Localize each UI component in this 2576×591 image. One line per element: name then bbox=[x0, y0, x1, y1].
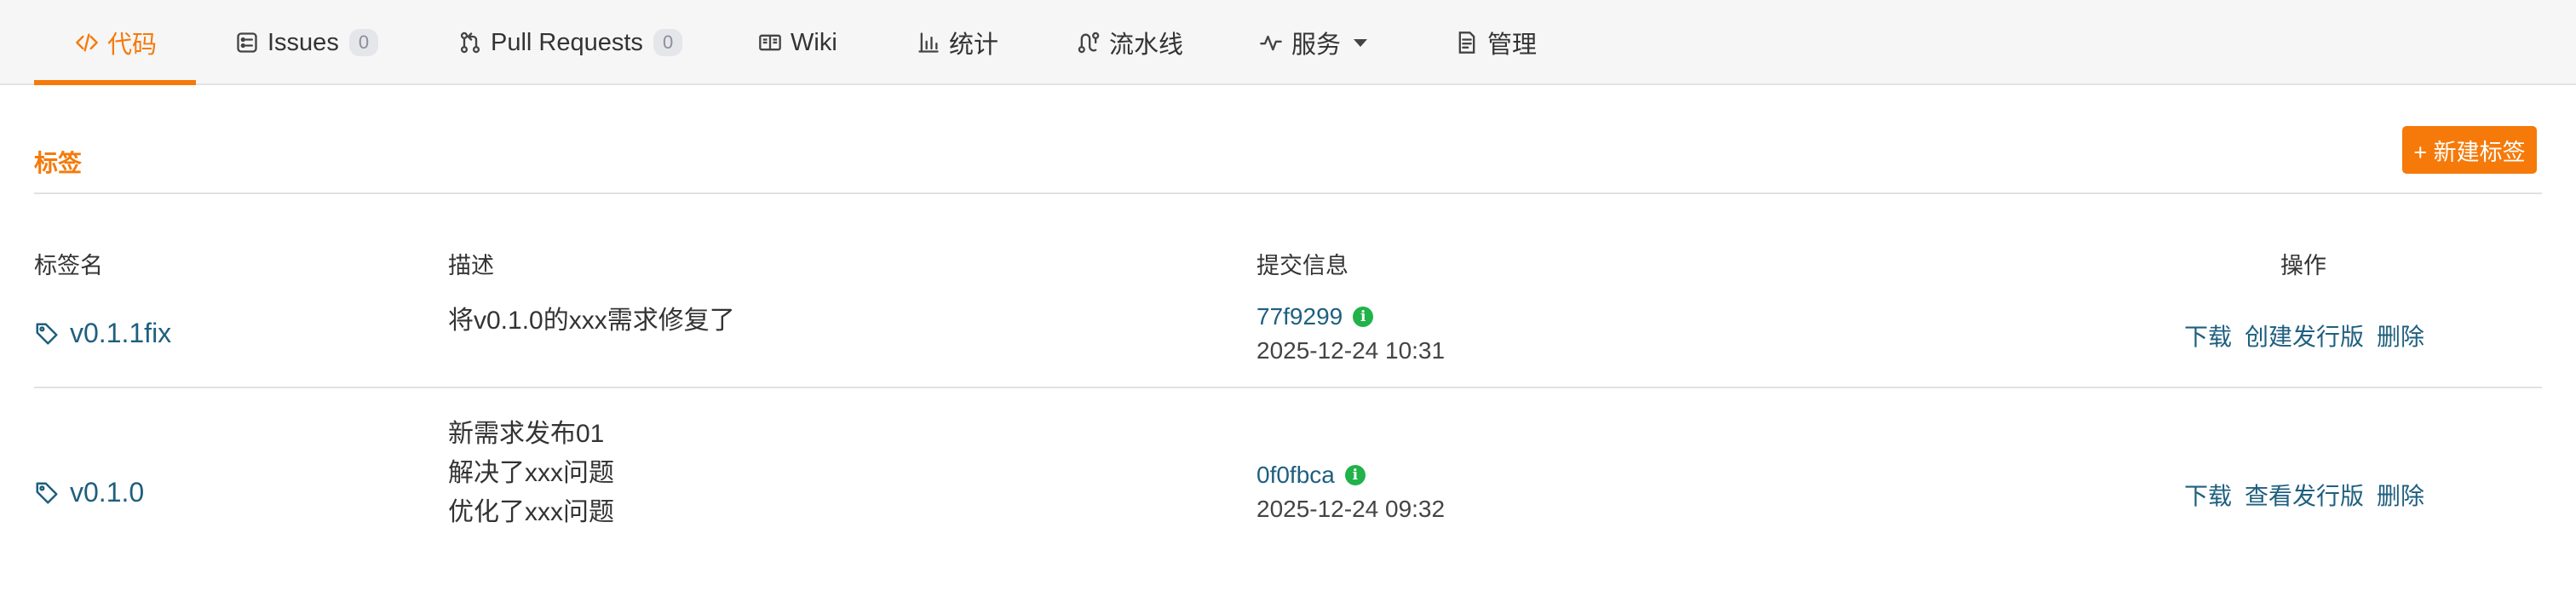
tag-name-link[interactable]: v0.1.0 bbox=[34, 477, 144, 508]
tag-description: 新需求发布01 解决了xxx问题 优化了xxx问题 bbox=[448, 415, 614, 532]
new-tag-button[interactable]: + 新建标签 bbox=[2402, 126, 2537, 174]
download-link[interactable]: 下载 bbox=[2184, 318, 2232, 353]
info-icon[interactable]: i bbox=[1344, 465, 1366, 485]
commit-hash: 77f9299 bbox=[1256, 303, 1343, 330]
section-title: 标签 bbox=[34, 150, 83, 176]
column-header-description: 描述 bbox=[448, 253, 494, 278]
tab-pipeline[interactable]: 流水线 bbox=[1077, 0, 1183, 85]
tab-code[interactable]: 代码 bbox=[75, 0, 157, 85]
commit-time: 2025-12-24 10:31 bbox=[1256, 337, 1446, 364]
tag-icon bbox=[36, 323, 58, 344]
row-divider bbox=[34, 387, 2542, 388]
column-header-actions: 操作 bbox=[2280, 253, 2326, 278]
commit-time: 2025-12-24 09:32 bbox=[1256, 496, 1446, 522]
delete-link[interactable]: 删除 bbox=[2377, 318, 2424, 353]
book-icon bbox=[758, 31, 782, 55]
delete-link[interactable]: 删除 bbox=[2377, 478, 2424, 512]
tab-manage[interactable]: 管理 bbox=[1455, 0, 1537, 85]
tab-label: Wiki bbox=[791, 28, 837, 56]
tab-label: Pull Requests bbox=[491, 28, 643, 56]
tab-label: 流水线 bbox=[1109, 32, 1184, 59]
column-header-tag-name: 标签名 bbox=[34, 253, 103, 278]
issues-icon bbox=[235, 31, 259, 55]
description-line: 优化了xxx问题 bbox=[448, 498, 614, 526]
document-icon bbox=[1455, 31, 1479, 55]
tag-name-link[interactable]: v0.1.1fix bbox=[34, 318, 171, 349]
repo-nav-tabs: 代码 Issues 0 Pull Requests 0 Wiki 统计 流水线 bbox=[0, 0, 2576, 85]
tab-services[interactable]: 服务 bbox=[1259, 0, 1368, 85]
section-divider bbox=[34, 192, 2542, 194]
tab-label: 服务 bbox=[1291, 32, 1342, 59]
info-icon[interactable]: i bbox=[1353, 307, 1374, 327]
tag-name: v0.1.0 bbox=[70, 477, 145, 508]
create-release-link[interactable]: 创建发行版 bbox=[2245, 318, 2364, 353]
tab-pull-requests[interactable]: Pull Requests 0 bbox=[458, 0, 683, 85]
view-release-link[interactable]: 查看发行版 bbox=[2245, 478, 2364, 512]
issues-count-badge: 0 bbox=[348, 29, 379, 56]
tab-label: 统计 bbox=[949, 32, 999, 59]
tab-label: Issues bbox=[267, 28, 339, 56]
caret-down-icon bbox=[1353, 37, 1368, 48]
commit-hash-link[interactable]: 77f9299 i bbox=[1256, 303, 1374, 330]
tab-statistics[interactable]: 统计 bbox=[917, 0, 998, 85]
tab-wiki[interactable]: Wiki bbox=[758, 0, 837, 85]
pull-requests-count-badge: 0 bbox=[653, 29, 683, 56]
tag-icon bbox=[36, 482, 58, 503]
pipeline-icon bbox=[1077, 31, 1101, 55]
active-tab-indicator bbox=[34, 80, 196, 85]
tab-issues[interactable]: Issues 0 bbox=[235, 0, 379, 85]
column-header-commit: 提交信息 bbox=[1256, 253, 1348, 278]
tab-label: 管理 bbox=[1487, 32, 1538, 59]
description-line: 解决了xxx问题 bbox=[448, 459, 614, 487]
tag-name: v0.1.1fix bbox=[70, 318, 172, 348]
commit-hash-link[interactable]: 0f0fbca i bbox=[1256, 462, 1366, 489]
tab-label: 代码 bbox=[107, 32, 158, 59]
tag-description: 将v0.1.0的xxx需求修复了 bbox=[448, 301, 735, 341]
code-icon bbox=[75, 31, 99, 55]
description-line: 将v0.1.0的xxx需求修复了 bbox=[448, 307, 735, 335]
download-link[interactable]: 下载 bbox=[2184, 478, 2232, 512]
pulse-icon bbox=[1259, 31, 1283, 55]
commit-hash: 0f0fbca bbox=[1256, 462, 1335, 488]
pull-request-icon bbox=[458, 31, 482, 55]
description-line: 新需求发布01 bbox=[448, 420, 605, 448]
bar-chart-icon bbox=[917, 31, 940, 55]
